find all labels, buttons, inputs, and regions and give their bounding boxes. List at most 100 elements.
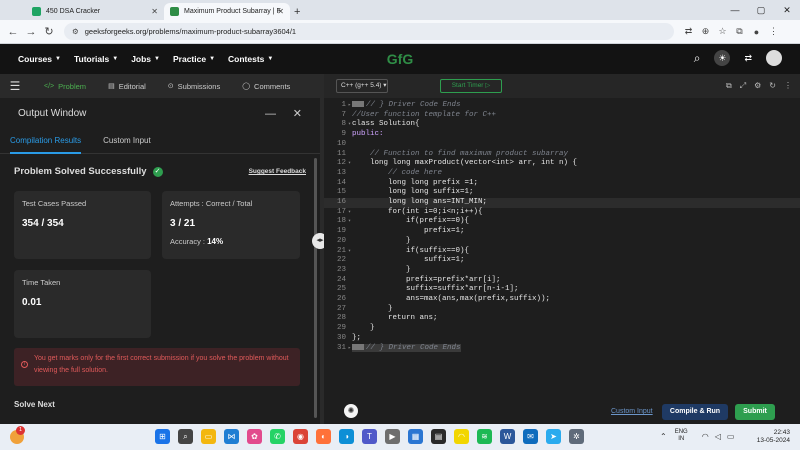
minimize-icon[interactable]: — <box>265 108 276 120</box>
code-line[interactable]: 21 ▾ if(suffix==0){ <box>324 247 800 257</box>
translate-icon[interactable]: ⇄ <box>680 26 697 37</box>
copy-icon[interactable]: ⧉ <box>726 81 732 91</box>
close-icon[interactable]: ✕ <box>293 108 302 120</box>
clock[interactable]: 22:43 13-05-2024 <box>746 429 790 445</box>
theme-toggle-icon[interactable]: ☀ <box>714 50 731 66</box>
new-tab-plus-icon[interactable]: + <box>294 3 300 20</box>
code-line[interactable]: 26 ans=max(ans,max(prefix,suffix)); <box>324 295 800 305</box>
fold-arrow-icon[interactable]: ▾ <box>348 208 351 218</box>
teams-icon[interactable]: T <box>362 429 377 444</box>
code-line[interactable]: 14 long long prefix =1; <box>324 179 800 189</box>
gfg-logo[interactable]: GfG <box>380 50 420 68</box>
tab-submissions[interactable]: ⊙ Submissions <box>168 82 220 91</box>
fold-arrow-icon[interactable]: ▸ <box>348 101 351 111</box>
suggest-feedback-link[interactable]: Suggest Feedback <box>249 168 306 175</box>
fullscreen-icon[interactable]: ⤢ <box>740 81 746 91</box>
more-menu-icon[interactable]: ⋮ <box>765 26 782 37</box>
code-editor[interactable]: 1 ▸ // } Driver Code Ends 7 //User function … <box>324 98 800 354</box>
url-input[interactable]: ⚙ geeksforgeeks.org/problems/maximum-pro… <box>64 23 674 40</box>
mail-icon[interactable]: ✉ <box>523 429 538 444</box>
news-icon[interactable]: ▤ <box>431 429 446 444</box>
code-line[interactable]: 7 //User function template for C++ <box>324 111 800 121</box>
whatsapp-icon[interactable]: ✆ <box>270 429 285 444</box>
menu-tutorials[interactable]: Tutorials ▼ <box>74 54 118 64</box>
code-line[interactable]: 16 long long ans=INT_MIN; <box>324 198 800 208</box>
tab-comments[interactable]: ◯ Comments <box>242 82 290 91</box>
code-line[interactable]: 19 prefix=1; <box>324 227 800 237</box>
submit-button[interactable]: Submit <box>735 404 775 420</box>
code-line[interactable]: 13 // code here <box>324 169 800 179</box>
browser-tab-maximum-product[interactable]: Maximum Product Subarray | F ✕ <box>164 3 290 20</box>
volume-icon[interactable]: ◁ <box>715 432 721 441</box>
code-line[interactable]: 25 suffix=suffix*arr[n-i-1]; <box>324 285 800 295</box>
code-line[interactable]: 18 ▾ if(prefix==0){ <box>324 217 800 227</box>
minimize-icon[interactable]: — <box>722 0 748 20</box>
reset-icon[interactable]: ↻ <box>769 81 776 91</box>
code-line[interactable]: 30}; <box>324 334 800 344</box>
chrome-icon[interactable]: ◉ <box>293 429 308 444</box>
compile-run-button[interactable]: Compile & Run <box>662 404 728 420</box>
fold-arrow-icon[interactable]: ▾ <box>348 247 351 257</box>
code-line[interactable]: 17 ▾ for(int i=0;i<n;i++){ <box>324 208 800 218</box>
hamburger-menu-icon[interactable]: ☰ <box>0 79 30 93</box>
back-arrow-icon[interactable]: ← <box>4 26 22 38</box>
maximize-icon[interactable]: ▢ <box>748 0 774 20</box>
menu-practice[interactable]: Practice ▼ <box>173 54 215 64</box>
code-line[interactable]: 8 ▾ class Solution{ <box>324 120 800 130</box>
zoom-icon[interactable]: ⊕ <box>697 26 714 37</box>
firefox-icon[interactable]: ◐ <box>316 429 331 444</box>
tab-problem[interactable]: </> Problem <box>44 82 86 91</box>
code-line[interactable]: 9 public: <box>324 130 800 140</box>
code-line[interactable]: 28 return ans; <box>324 314 800 324</box>
forward-arrow-icon[interactable]: → <box>22 26 40 38</box>
reload-icon[interactable]: ↻ <box>40 25 58 38</box>
windows-start-icon[interactable]: ⊞ <box>155 429 170 444</box>
close-icon[interactable]: ✕ <box>277 7 284 16</box>
code-line[interactable]: 23 } <box>324 266 800 276</box>
file-explorer-icon[interactable]: ▭ <box>201 429 216 444</box>
dots-icon[interactable]: ⋮ <box>784 81 792 91</box>
wifi-icon[interactable]: ◠ <box>702 432 709 441</box>
battery-icon[interactable]: ▭ <box>727 432 735 441</box>
extensions-icon[interactable]: ⧉ <box>731 26 748 37</box>
code-line[interactable]: 12 ▾ long long maxProduct(vector<int> arr… <box>324 159 800 169</box>
language-indicator[interactable]: ENG IN <box>675 429 688 443</box>
code-line[interactable]: 15 long long suffix=1; <box>324 188 800 198</box>
settings-icon[interactable]: ✲ <box>569 429 584 444</box>
browser-tab-dsa-cracker[interactable]: 450 DSA Cracker ✕ <box>26 3 164 20</box>
menu-courses[interactable]: Courses ▼ <box>18 54 61 64</box>
fold-arrow-icon[interactable]: ▾ <box>348 120 351 130</box>
lightbulb-icon[interactable]: ✺ <box>344 404 358 418</box>
snapchat-icon[interactable]: ◠ <box>454 429 469 444</box>
menu-jobs[interactable]: Jobs ▼ <box>131 54 160 64</box>
telegram-icon[interactable]: ➤ <box>546 429 561 444</box>
store-icon[interactable]: ▦ <box>408 429 423 444</box>
word-icon[interactable]: W <box>500 429 515 444</box>
code-line[interactable]: 11 // Function to find maximum product s… <box>324 150 800 160</box>
avatar[interactable] <box>766 50 782 66</box>
code-line[interactable]: 20 } <box>324 237 800 247</box>
settings-icon[interactable]: ⚙ <box>754 81 761 91</box>
code-line[interactable]: 24 prefix=prefix*arr[i]; <box>324 276 800 286</box>
tray-chevron-icon[interactable]: ⌃ <box>660 432 667 441</box>
tab-compilation-results[interactable]: Compilation Results <box>10 128 82 154</box>
code-line[interactable]: 10 <box>324 140 800 150</box>
start-timer-button[interactable]: Start Timer ▷ <box>440 79 502 93</box>
vscode-icon[interactable]: ⋈ <box>224 429 239 444</box>
media-icon[interactable]: ▶ <box>385 429 400 444</box>
close-icon[interactable]: ✕ <box>151 7 158 16</box>
edge-icon[interactable]: ◑ <box>339 429 354 444</box>
bookmark-star-icon[interactable]: ☆ <box>714 26 731 37</box>
custom-input-link[interactable]: Custom Input <box>611 408 653 415</box>
tab-editorial[interactable]: ▤ Editorial <box>108 82 146 91</box>
close-icon[interactable]: ✕ <box>774 0 800 20</box>
code-line[interactable]: 29 } <box>324 324 800 334</box>
spotify-icon[interactable]: ≋ <box>477 429 492 444</box>
fold-arrow-icon[interactable]: ▾ <box>348 217 351 227</box>
fold-arrow-icon[interactable]: ▾ <box>348 159 351 169</box>
search-icon[interactable]: ⌕ <box>178 429 193 444</box>
scrollbar[interactable] <box>314 158 317 418</box>
code-line[interactable]: 1 ▸ // } Driver Code Ends <box>324 101 800 111</box>
code-line[interactable]: 27 } <box>324 305 800 315</box>
folded-code-marker-icon[interactable] <box>352 101 364 108</box>
